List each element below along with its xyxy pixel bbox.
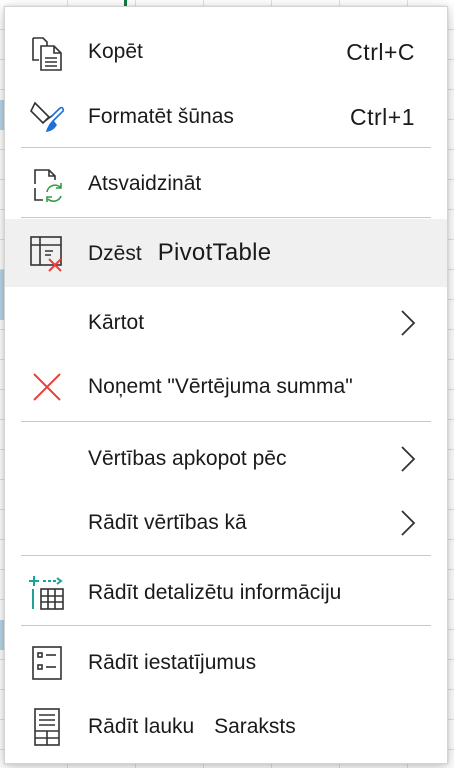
delete-pivottable-icon bbox=[25, 231, 69, 275]
menu-item-label: Rādīt detalizētu informāciju bbox=[88, 581, 342, 604]
field-list-suffix: Saraksts bbox=[214, 715, 296, 738]
pivottable-label: PivotTable bbox=[157, 239, 272, 266]
menu-item-show-values-as[interactable]: Rādīt vērtības kā bbox=[5, 491, 447, 555]
delete-label: Dzēst bbox=[88, 242, 142, 265]
show-details-icon bbox=[25, 571, 69, 615]
menu-separator bbox=[21, 625, 431, 626]
shortcut-text: Ctrl+1 bbox=[350, 103, 415, 130]
menu-item-delete-pivottable[interactable]: Dzēst PivotTable bbox=[5, 219, 447, 287]
menu-item-sort[interactable]: Kārtot bbox=[5, 291, 447, 355]
field-list-icon bbox=[25, 705, 69, 749]
format-cells-icon bbox=[25, 95, 69, 139]
chevron-right-icon bbox=[401, 510, 416, 536]
menu-item-label: Kopēt bbox=[88, 40, 143, 63]
menu-item-label: Noņemt "Vērtējuma summa" bbox=[88, 375, 353, 398]
menu-item-remove-field[interactable]: Noņemt "Vērtējuma summa" bbox=[5, 355, 447, 419]
menu-item-refresh[interactable]: Atsvaidzināt bbox=[5, 153, 447, 215]
menu-item-label: Rādīt lauku Saraksts bbox=[88, 715, 296, 739]
menu-separator bbox=[21, 147, 431, 148]
shortcut-text: Ctrl+C bbox=[346, 38, 415, 65]
menu-item-label: Kārtot bbox=[88, 311, 145, 334]
menu-separator bbox=[21, 555, 431, 556]
menu-separator bbox=[21, 421, 431, 422]
menu-item-label: Atsvaidzināt bbox=[88, 172, 202, 195]
menu-item-label: Formatēt šūnas bbox=[88, 105, 234, 128]
menu-item-summarize-values-by[interactable]: Vērtības apkopot pēc bbox=[5, 427, 447, 491]
field-list-label: Rādīt lauku bbox=[88, 715, 195, 738]
menu-item-show-field-list[interactable]: Rādīt lauku Saraksts bbox=[5, 695, 447, 759]
menu-item-label: Vērtības apkopot pēc bbox=[88, 447, 287, 470]
chevron-right-icon bbox=[401, 446, 416, 472]
chevron-right-icon bbox=[401, 310, 416, 336]
menu-item-label: Rādīt iestatījumus bbox=[88, 651, 257, 674]
menu-item-show-settings[interactable]: Rādīt iestatījumus bbox=[5, 631, 447, 695]
menu-item-format-cells[interactable]: Formatēt šūnas Ctrl+1 bbox=[5, 87, 447, 147]
context-menu: Kopēt Ctrl+C Formatēt šūnas Ctrl+1 Atsva… bbox=[4, 6, 448, 764]
copy-icon bbox=[25, 30, 69, 74]
menu-item-copy[interactable]: Kopēt Ctrl+C bbox=[5, 17, 447, 87]
menu-item-label: Dzēst PivotTable bbox=[88, 239, 271, 267]
refresh-icon bbox=[25, 162, 69, 206]
remove-x-icon bbox=[25, 365, 69, 409]
settings-list-icon bbox=[25, 641, 69, 685]
menu-separator bbox=[21, 217, 431, 218]
menu-item-label: Rādīt vērtības kā bbox=[88, 511, 247, 534]
menu-item-show-details[interactable]: Rādīt detalizētu informāciju bbox=[5, 561, 447, 625]
